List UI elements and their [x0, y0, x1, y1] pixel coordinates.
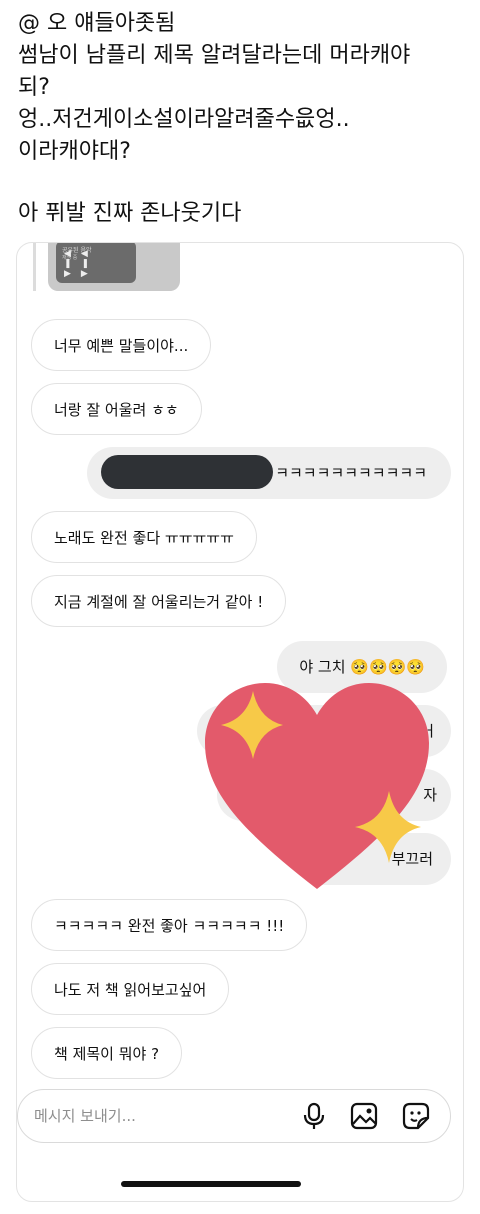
caption-line: 이라캐야대? [18, 139, 131, 164]
message-composer[interactable]: 메시지 보내기... [17, 1089, 451, 1143]
caption-line: 엉..저건게이소설이라알려줄수읎엉.. [18, 107, 350, 132]
message-bubble-received[interactable]: 노래도 완전 좋다 ㅠㅠㅠㅠㅠ [31, 511, 257, 563]
sticker-icon[interactable] [402, 1102, 430, 1130]
message-bubble-received[interactable]: 책 제목이 뭐야 ? [31, 1027, 183, 1079]
message-bubble-received[interactable]: 너무 예쁜 말들이야... [31, 319, 212, 371]
message-bubble-received[interactable]: ㅋㅋㅋㅋㅋ 완전 좋아 ㅋㅋㅋㅋㅋ !!! [31, 899, 308, 951]
shared-post-card[interactable]: 공유된 음악 재생 중 ◀◀ ❚❚ ▶▶ [48, 243, 180, 291]
caption-footer: 아 퓌발 진짜 존나웃기다 [18, 201, 242, 226]
caption-line: 되? [18, 75, 50, 100]
caption-line: 썸남이 남플리 제목 알려달라는데 머라캐야 [18, 43, 411, 68]
redaction-bar [101, 455, 273, 489]
message-bubble-received[interactable]: 지금 계절에 잘 어울리는거 같아 ! [31, 575, 287, 627]
image-icon[interactable] [350, 1102, 378, 1130]
shared-post-preview[interactable]: 공유된 음악 재생 중 ◀◀ ❚❚ ▶▶ [33, 243, 186, 291]
player-controls-icon: ◀◀ ❚❚ ▶▶ [64, 249, 100, 279]
post-caption: @ 오 얘들아좃됨 썸남이 남플리 제목 알려달라는데 머라캐야 되? 엉..저… [18, 8, 468, 230]
message-bubble-received[interactable]: 나도 저 책 읽어보고싶어 [31, 963, 230, 1015]
message-bubble-received[interactable]: 너랑 잘 어울려 ㅎㅎ [31, 383, 202, 435]
home-indicator [121, 1181, 301, 1187]
caption-line: @ 오 얘들아좃됨 [18, 11, 176, 36]
dm-screenshot: 공유된 음악 재생 중 ◀◀ ❚❚ ▶▶ 너무 예쁜 말들이야... 너랑 잘 … [16, 242, 464, 1202]
mic-icon[interactable] [300, 1102, 328, 1130]
heart-sticker-icon [205, 683, 429, 889]
music-player: 공유된 음악 재생 중 ◀◀ ❚❚ ▶▶ [56, 243, 136, 283]
message-input[interactable]: 메시지 보내기... [34, 1090, 136, 1142]
caption-gap [18, 168, 468, 198]
